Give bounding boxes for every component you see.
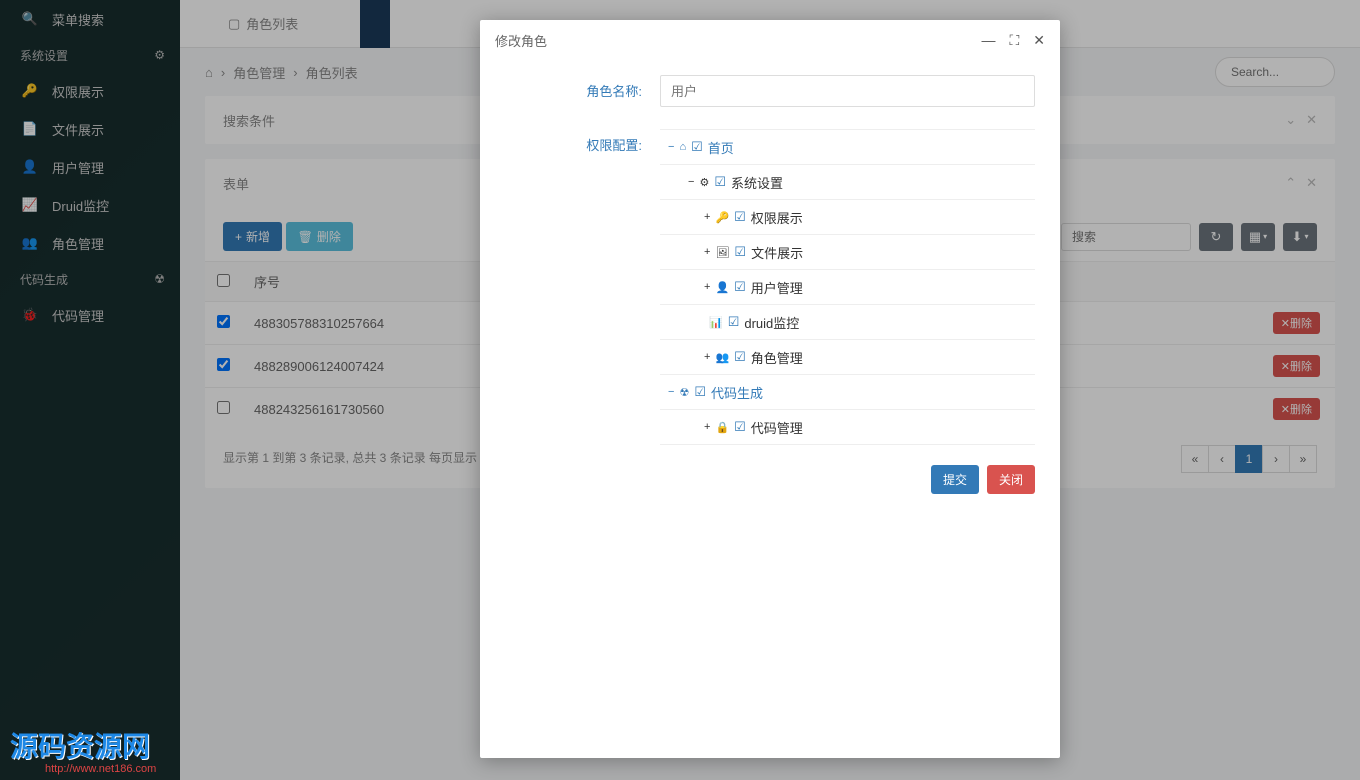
node-icon: ⌂: [679, 141, 686, 153]
check-icon[interactable]: ☑: [728, 314, 740, 330]
check-icon[interactable]: ☑: [734, 244, 746, 260]
close-icon[interactable]: ✕: [1033, 32, 1045, 49]
check-icon[interactable]: ☑: [714, 174, 726, 190]
role-name-label: 角色名称:: [505, 75, 660, 107]
node-icon: 🔑: [715, 211, 729, 224]
check-icon[interactable]: ☑: [691, 139, 703, 155]
expand-icon[interactable]: +: [704, 211, 710, 223]
check-icon[interactable]: ☑: [734, 419, 746, 435]
submit-button[interactable]: 提交: [931, 465, 979, 494]
tree-node[interactable]: +🔒☑代码管理: [660, 410, 1035, 445]
expand-icon[interactable]: −: [668, 141, 674, 153]
tree-node[interactable]: +🖼☑文件展示: [660, 235, 1035, 270]
check-icon[interactable]: ☑: [734, 279, 746, 295]
modal-title: 修改角色: [495, 31, 547, 50]
role-name-input[interactable]: [660, 75, 1035, 107]
tree-node[interactable]: +👥☑角色管理: [660, 340, 1035, 375]
permission-tree: −⌂☑首页−⚙☑系统设置+🔑☑权限展示+🖼☑文件展示+👤☑用户管理📊☑druid…: [660, 129, 1035, 445]
expand-icon[interactable]: +: [704, 246, 710, 258]
tree-node[interactable]: −☢☑代码生成: [660, 375, 1035, 410]
tree-node[interactable]: −⚙☑系统设置: [660, 165, 1035, 200]
node-icon: 👤: [715, 281, 729, 294]
expand-icon[interactable]: +: [704, 421, 710, 433]
tree-node[interactable]: +🔑☑权限展示: [660, 200, 1035, 235]
maximize-icon[interactable]: ⛶: [1009, 32, 1019, 49]
edit-role-modal: 修改角色 — ⛶ ✕ 角色名称: 权限配置: −⌂☑首页−⚙☑系统设置+🔑☑权限…: [480, 20, 1060, 758]
node-icon: 📊: [709, 316, 723, 329]
watermark: 源码资源网: [10, 725, 150, 765]
tree-node[interactable]: +👤☑用户管理: [660, 270, 1035, 305]
check-icon[interactable]: ☑: [734, 349, 746, 365]
node-icon: 👥: [715, 351, 729, 364]
node-icon: 🖼: [715, 246, 729, 259]
expand-icon[interactable]: −: [688, 176, 694, 188]
expand-icon[interactable]: +: [704, 351, 710, 363]
expand-icon[interactable]: +: [704, 281, 710, 293]
tree-node[interactable]: 📊☑druid监控: [660, 305, 1035, 340]
tree-node[interactable]: −⌂☑首页: [660, 130, 1035, 165]
watermark-url: http://www.net186.com: [45, 763, 156, 775]
perm-config-label: 权限配置:: [505, 129, 660, 494]
check-icon[interactable]: ☑: [694, 384, 706, 400]
node-icon: 🔒: [715, 421, 729, 434]
expand-icon[interactable]: −: [668, 386, 674, 398]
minimize-icon[interactable]: —: [981, 32, 995, 49]
close-button[interactable]: 关闭: [987, 465, 1035, 494]
check-icon[interactable]: ☑: [734, 209, 746, 225]
node-icon: ☢: [679, 386, 689, 399]
node-icon: ⚙: [699, 176, 709, 189]
